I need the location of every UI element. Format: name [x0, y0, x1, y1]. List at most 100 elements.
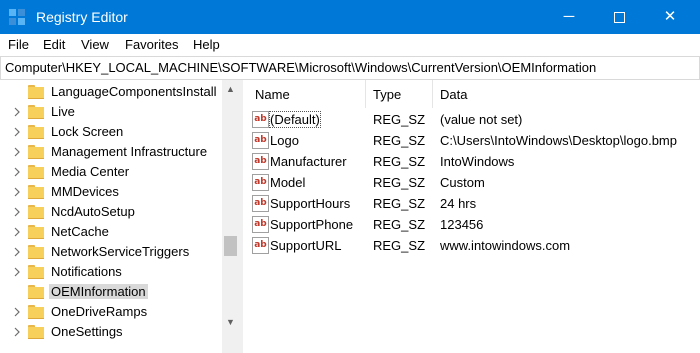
- chevron-right-icon[interactable]: [14, 267, 20, 277]
- value-data: IntoWindows: [440, 154, 515, 169]
- folder-icon: [28, 225, 44, 239]
- value-data: C:\Users\IntoWindows\Desktop\logo.bmp: [440, 133, 677, 148]
- value-type: REG_SZ: [373, 112, 426, 127]
- registry-editor-window: Registry Editor ─ ✕ File Edit View Favor…: [0, 0, 700, 353]
- tree-item-label: Live: [51, 104, 75, 119]
- tree-item-notifications[interactable]: Notifications: [0, 262, 222, 282]
- value-type: REG_SZ: [373, 217, 426, 232]
- value-type: REG_SZ: [373, 196, 426, 211]
- tree-item-networkservicetriggers[interactable]: NetworkServiceTriggers: [0, 242, 222, 262]
- value-name: (Default): [269, 111, 321, 128]
- folder-icon: [28, 265, 44, 279]
- tree-item-label: NetworkServiceTriggers: [51, 244, 190, 259]
- tree-vertical-scrollbar[interactable]: ▲ ▼: [222, 80, 239, 353]
- tree-item-media-center[interactable]: Media Center: [0, 162, 222, 182]
- column-divider[interactable]: [432, 80, 433, 108]
- address-bar[interactable]: Computer\HKEY_LOCAL_MACHINE\SOFTWARE\Mic…: [0, 56, 700, 80]
- value-name: SupportPhone: [270, 217, 354, 232]
- scroll-up-icon[interactable]: ▲: [226, 84, 235, 94]
- chevron-right-icon[interactable]: [14, 227, 20, 237]
- column-header-data[interactable]: Data: [440, 87, 467, 102]
- folder-icon: [28, 165, 44, 179]
- title-bar[interactable]: Registry Editor ─ ✕: [0, 0, 700, 34]
- value-type: REG_SZ: [373, 175, 426, 190]
- string-value-icon: ab: [252, 132, 269, 149]
- folder-icon: [28, 145, 44, 159]
- tree-item-label: OneDriveRamps: [51, 304, 148, 319]
- value-name: Manufacturer: [270, 154, 347, 169]
- chevron-right-icon[interactable]: [14, 187, 20, 197]
- close-button[interactable]: ✕: [647, 0, 693, 34]
- scrollbar-thumb[interactable]: [224, 236, 237, 256]
- value-data: 123456: [440, 217, 484, 232]
- tree-item-management-infrastructure[interactable]: Management Infrastructure: [0, 142, 222, 162]
- menu-favorites[interactable]: Favorites: [125, 37, 178, 52]
- value-data: 24 hrs: [440, 196, 477, 211]
- value-row-supportphone[interactable]: ab SupportPhone REG_SZ 123456: [243, 214, 700, 235]
- column-header-name[interactable]: Name: [255, 87, 290, 102]
- tree-item-oeminformation[interactable]: OEMInformation: [0, 282, 222, 302]
- chevron-right-icon[interactable]: [14, 127, 20, 137]
- chevron-right-icon[interactable]: [14, 147, 20, 157]
- value-name: SupportURL: [270, 238, 342, 253]
- string-value-icon: ab: [252, 216, 269, 233]
- tree-item-label: NcdAutoSetup: [51, 204, 135, 219]
- tree-item-onedriveramps[interactable]: OneDriveRamps: [0, 302, 222, 322]
- chevron-right-icon[interactable]: [14, 247, 20, 257]
- string-value-icon: ab: [252, 153, 269, 170]
- value-type: REG_SZ: [373, 154, 426, 169]
- address-path[interactable]: Computer\HKEY_LOCAL_MACHINE\SOFTWARE\Mic…: [5, 60, 596, 75]
- value-row-supporthours[interactable]: ab SupportHours REG_SZ 24 hrs: [243, 193, 700, 214]
- string-value-icon: ab: [252, 237, 269, 254]
- value-name: SupportHours: [270, 196, 351, 211]
- value-type: REG_SZ: [373, 133, 426, 148]
- menu-help[interactable]: Help: [193, 37, 220, 52]
- tree-item-label: OEMInformation: [49, 284, 148, 299]
- maximize-button[interactable]: [596, 0, 642, 34]
- tree-item-label: OneSettings: [51, 324, 123, 339]
- folder-icon: [28, 185, 44, 199]
- tree-item-netcache[interactable]: NetCache: [0, 222, 222, 242]
- tree-item-live[interactable]: Live: [0, 102, 222, 122]
- scroll-down-icon[interactable]: ▼: [226, 317, 235, 327]
- tree-item-label: LanguageComponentsInstall: [51, 84, 217, 99]
- tree-item-onesettings[interactable]: OneSettings: [0, 322, 222, 342]
- tree-item-mmdevices[interactable]: MMDevices: [0, 182, 222, 202]
- registry-editor-icon: [9, 9, 25, 25]
- tree-item-label: Media Center: [51, 164, 130, 179]
- folder-icon: [28, 325, 44, 339]
- maximize-icon: [613, 11, 625, 23]
- menu-edit[interactable]: Edit: [43, 37, 65, 52]
- tree-item-label: NetCache: [51, 224, 109, 239]
- minimize-button[interactable]: ─: [546, 0, 592, 34]
- tree-item-languagecomponentsinstall[interactable]: LanguageComponentsInstall: [0, 82, 222, 102]
- value-row-model[interactable]: ab Model REG_SZ Custom: [243, 172, 700, 193]
- folder-icon: [28, 85, 44, 99]
- column-divider[interactable]: [365, 80, 366, 108]
- menu-file[interactable]: File: [8, 37, 29, 52]
- tree-item-label: Lock Screen: [51, 124, 124, 139]
- chevron-right-icon[interactable]: [14, 207, 20, 217]
- tree-item-ncdautosetup[interactable]: NcdAutoSetup: [0, 202, 222, 222]
- chevron-right-icon[interactable]: [14, 107, 20, 117]
- menu-view[interactable]: View: [81, 37, 109, 52]
- folder-icon: [28, 245, 44, 259]
- tree-item-lock-screen[interactable]: Lock Screen: [0, 122, 222, 142]
- tree-item-label: MMDevices: [51, 184, 119, 199]
- string-value-icon: ab: [252, 111, 269, 128]
- folder-icon: [28, 105, 44, 119]
- value-row-default[interactable]: ab (Default) REG_SZ (value not set): [243, 109, 700, 130]
- value-data: Custom: [440, 175, 485, 190]
- value-row-manufacturer[interactable]: ab Manufacturer REG_SZ IntoWindows: [243, 151, 700, 172]
- column-header-type[interactable]: Type: [373, 87, 401, 102]
- chevron-right-icon[interactable]: [14, 327, 20, 337]
- chevron-right-icon[interactable]: [14, 307, 20, 317]
- value-row-supporturl[interactable]: ab SupportURL REG_SZ www.intowindows.com: [243, 235, 700, 256]
- value-row-logo[interactable]: ab Logo REG_SZ C:\Users\IntoWindows\Desk…: [243, 130, 700, 151]
- string-value-icon: ab: [252, 174, 269, 191]
- key-tree-pane: LanguageComponentsInstall Live Lock Scre…: [0, 80, 238, 353]
- values-pane: Name Type Data ab (Default) REG_SZ (valu…: [243, 80, 700, 353]
- value-type: REG_SZ: [373, 238, 426, 253]
- chevron-right-icon[interactable]: [14, 167, 20, 177]
- value-name: Logo: [270, 133, 299, 148]
